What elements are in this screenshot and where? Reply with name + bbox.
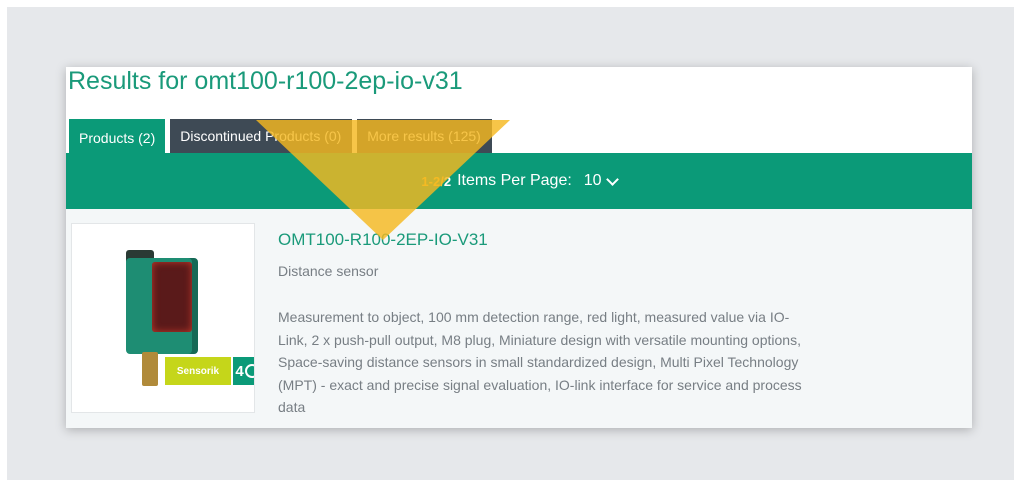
tab-discontinued-products[interactable]: Discontinued Products (0) — [170, 119, 353, 153]
results-count: 1-2/2 — [421, 174, 451, 189]
page-title: Results for omt100-r100-2ep-io-v31 — [68, 67, 463, 95]
tab-products-label: Products (2) — [79, 129, 156, 146]
tab-products[interactable]: Products (2) — [69, 119, 166, 153]
results-range: 1-2/ — [421, 173, 444, 189]
product-image[interactable]: Sensorik 4 — [71, 223, 255, 413]
items-per-page-value: 10 — [583, 172, 602, 189]
product-subtitle: Distance sensor — [278, 263, 379, 279]
sensorik-badge: Sensorik — [165, 357, 231, 385]
tab-discontinued-label: Discontinued Products (0) — [180, 128, 342, 144]
result-item: Sensorik 4 OMT100-R100-2EP-IO-V31 Distan… — [66, 209, 972, 428]
results-toolbar: 1-2/2 Items Per Page: 10 — [66, 153, 972, 209]
results-tabs: Products (2) Discontinued Products (0) M… — [69, 119, 493, 153]
chevron-down-icon — [605, 172, 619, 186]
product-description: Measurement to object, 100 mm detection … — [278, 309, 802, 415]
tab-more-results-label: More results (125) — [367, 128, 481, 144]
sensor-plug — [142, 352, 158, 386]
sensor-lens — [152, 262, 192, 332]
items-per-page-label: Items Per Page: — [457, 172, 572, 189]
results-total: 2 — [443, 173, 452, 189]
search-results-panel: Results for omt100-r100-2ep-io-v31 Produ… — [66, 67, 972, 428]
industry-40-badge: 4 — [233, 357, 254, 385]
items-per-page-select[interactable]: 10 — [583, 172, 619, 190]
tab-more-results[interactable]: More results (125) — [357, 119, 493, 153]
product-title-link[interactable]: OMT100-R100-2EP-IO-V31 — [278, 230, 488, 250]
